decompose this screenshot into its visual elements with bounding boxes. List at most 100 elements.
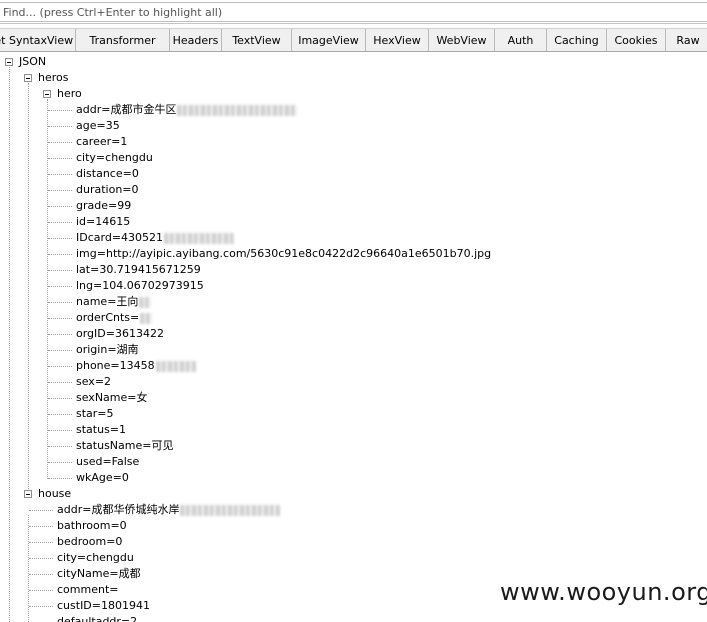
tree-node-house[interactable]: house xyxy=(38,486,71,502)
hero-field-phone[interactable]: phone=13458 xyxy=(76,358,196,374)
redacted-mark xyxy=(139,296,152,308)
tab-textview[interactable]: TextView xyxy=(222,29,292,51)
hero-field-wkage[interactable]: wkAge=0 xyxy=(76,470,129,486)
tree-node-hero[interactable]: hero xyxy=(57,86,82,102)
tree-connector xyxy=(48,430,72,431)
tree-connector xyxy=(29,526,53,527)
redacted-mark xyxy=(164,232,235,244)
hero-field-orgid[interactable]: orgID=3613422 xyxy=(76,326,164,342)
tab-cookies[interactable]: Cookies xyxy=(607,29,666,51)
hero-field-id[interactable]: id=14615 xyxy=(76,214,130,230)
tree-line-heros xyxy=(28,83,29,495)
collapse-hero-toggle[interactable] xyxy=(43,90,51,98)
house-field-city[interactable]: city=chengdu xyxy=(57,550,134,566)
tab-caching[interactable]: Caching xyxy=(547,29,607,51)
hero-field-ordercnts[interactable]: orderCnts= xyxy=(76,310,153,326)
redacted-mark xyxy=(140,312,153,324)
tree-connector xyxy=(48,478,72,479)
house-field-addr[interactable]: addr=成都华侨城纯水岸 xyxy=(57,502,281,518)
house-field-custid[interactable]: custID=1801941 xyxy=(57,598,150,614)
hero-field-origin[interactable]: origin=湖南 xyxy=(76,342,139,358)
hero-field-addr[interactable]: addr=成都市金牛区 xyxy=(76,102,298,118)
tree-connector xyxy=(48,318,72,319)
house-field-defaultaddr[interactable]: defaultaddr=2 xyxy=(57,614,137,622)
json-tree: JSON heros hero addr=成都市金牛区 age=35 caree… xyxy=(0,53,707,622)
tree-connector xyxy=(29,574,53,575)
hero-field-career[interactable]: career=1 xyxy=(76,134,127,150)
tree-connector xyxy=(29,510,53,511)
hero-field-duration[interactable]: duration=0 xyxy=(76,182,139,198)
tree-connector xyxy=(48,126,72,127)
tree-line-hero xyxy=(47,99,48,479)
tree-connector xyxy=(48,158,72,159)
redacted-mark xyxy=(180,504,281,516)
hero-field-star[interactable]: star=5 xyxy=(76,406,114,422)
tree-connector xyxy=(48,206,72,207)
hero-field-grade[interactable]: grade=99 xyxy=(76,198,131,214)
tree-connector xyxy=(48,222,72,223)
tree-connector xyxy=(48,414,72,415)
house-field-bathroom[interactable]: bathroom=0 xyxy=(57,518,127,534)
tree-connector xyxy=(48,398,72,399)
tree-connector xyxy=(29,558,53,559)
find-bar xyxy=(0,0,707,24)
tab-webview[interactable]: WebView xyxy=(429,29,495,51)
house-field-cityname[interactable]: cityName=成都 xyxy=(57,566,141,582)
redacted-mark xyxy=(155,360,196,372)
hero-field-city[interactable]: city=chengdu xyxy=(76,150,153,166)
tree-connector xyxy=(48,302,72,303)
hero-field-lng[interactable]: lng=104.06702973915 xyxy=(76,278,204,294)
hero-field-age[interactable]: age=35 xyxy=(76,118,120,134)
tab-headers[interactable]: Headers xyxy=(170,29,222,51)
hero-field-status[interactable]: status=1 xyxy=(76,422,126,438)
watermark: www.wooyun.org xyxy=(500,578,707,606)
house-field-comment[interactable]: comment= xyxy=(57,582,118,598)
collapse-json-toggle[interactable] xyxy=(5,58,13,66)
inspector-tabstrip: Get SyntaxView Transformer Headers TextV… xyxy=(0,28,707,52)
tab-raw[interactable]: Raw xyxy=(666,29,707,51)
tab-hexview[interactable]: HexView xyxy=(366,29,429,51)
tree-connector xyxy=(48,174,72,175)
tree-connector xyxy=(48,446,72,447)
collapse-heros-toggle[interactable] xyxy=(24,74,32,82)
tree-connector xyxy=(48,382,72,383)
hero-field-img[interactable]: img=http://ayipic.ayibang.com/5630c91e8c… xyxy=(76,246,491,262)
hero-field-ordercnts-text: orderCnts= xyxy=(76,311,140,324)
hero-field-name[interactable]: name=王向 xyxy=(76,294,152,310)
tree-connector xyxy=(48,238,72,239)
tree-connector xyxy=(48,270,72,271)
tab-auth[interactable]: Auth xyxy=(495,29,547,51)
house-field-bedroom[interactable]: bedroom=0 xyxy=(57,534,122,550)
collapse-house-toggle[interactable] xyxy=(24,490,32,498)
house-field-addr-text: addr=成都华侨城纯水岸 xyxy=(57,503,180,516)
tree-connector xyxy=(29,606,53,607)
tree-connector xyxy=(48,286,72,287)
find-input[interactable] xyxy=(0,2,707,22)
tree-node-json[interactable]: JSON xyxy=(19,54,46,70)
tree-connector xyxy=(48,110,72,111)
tree-connector xyxy=(48,462,72,463)
tab-imageview[interactable]: ImageView xyxy=(292,29,366,51)
hero-field-idcard-text: IDcard=430521 xyxy=(76,231,164,244)
hero-field-sexname[interactable]: sexName=女 xyxy=(76,390,147,406)
tab-syntaxview[interactable]: Get SyntaxView xyxy=(0,29,76,51)
tree-node-heros[interactable]: heros xyxy=(38,70,68,86)
tree-connector xyxy=(29,590,53,591)
hero-field-used[interactable]: used=False xyxy=(76,454,139,470)
hero-field-sex[interactable]: sex=2 xyxy=(76,374,111,390)
redacted-mark xyxy=(177,104,298,116)
hero-field-name-text: name=王向 xyxy=(76,295,139,308)
hero-field-statusname[interactable]: statusName=可见 xyxy=(76,438,173,454)
tab-transformer[interactable]: Transformer xyxy=(76,29,170,51)
tree-connector xyxy=(48,366,72,367)
hero-field-phone-text: phone=13458 xyxy=(76,359,155,372)
tree-connector xyxy=(48,334,72,335)
hero-field-lat[interactable]: lat=30.719415671259 xyxy=(76,262,201,278)
hero-field-addr-text: addr=成都市金牛区 xyxy=(76,103,177,116)
tree-connector xyxy=(48,254,72,255)
tree-line-root xyxy=(9,67,10,622)
tree-connector xyxy=(48,190,72,191)
hero-field-distance[interactable]: distance=0 xyxy=(76,166,139,182)
hero-field-idcard[interactable]: IDcard=430521 xyxy=(76,230,235,246)
tree-connector xyxy=(29,542,53,543)
